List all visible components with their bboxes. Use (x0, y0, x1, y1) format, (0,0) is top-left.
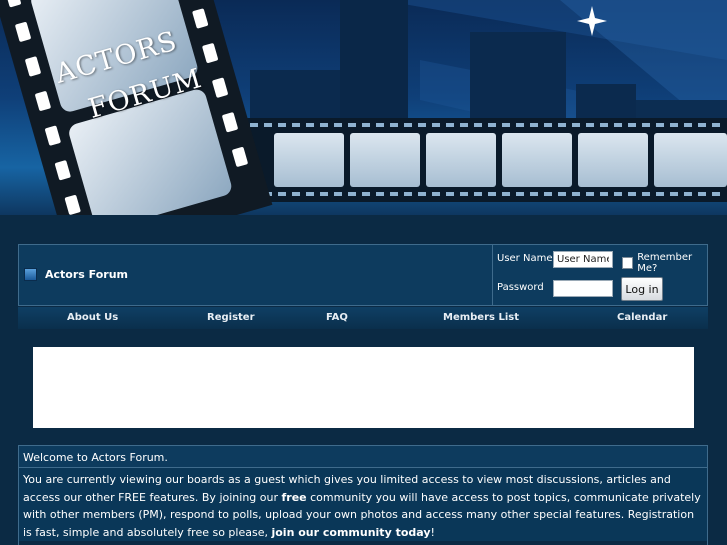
username-label: User Name (497, 253, 553, 264)
main-nav: About Us Register FAQ Members List Calen… (18, 307, 708, 329)
welcome-panel: Welcome to Actors Forum. You are current… (18, 445, 708, 545)
nav-about-us[interactable]: About Us (67, 312, 118, 323)
username-input[interactable] (553, 251, 613, 268)
nav-members-list[interactable]: Members List (443, 312, 519, 323)
join-community-link[interactable]: join our community today (271, 526, 430, 539)
remember-me-checkbox[interactable] (622, 257, 634, 269)
nav-faq[interactable]: FAQ (326, 312, 348, 323)
welcome-heading: Welcome to Actors Forum. (19, 446, 707, 468)
remember-me[interactable]: Remember Me? (622, 252, 709, 274)
login-button[interactable]: Log in (621, 277, 663, 301)
welcome-free-text: free (281, 490, 307, 504)
welcome-text-3: ! (430, 525, 435, 539)
site-banner: ACTORS FORUM (0, 0, 727, 215)
password-label: Password (497, 282, 544, 293)
ad-placeholder (33, 347, 694, 428)
forum-title[interactable]: Actors Forum (45, 268, 128, 281)
nav-register[interactable]: Register (207, 312, 255, 323)
forum-home-link[interactable]: Actors Forum (24, 268, 128, 281)
remember-me-label[interactable]: Remember Me? (637, 252, 709, 274)
welcome-message: You are currently viewing our boards as … (19, 468, 707, 541)
forum-icon (24, 268, 37, 281)
password-input[interactable] (553, 280, 613, 297)
forum-header-bar: Actors Forum User Name Remember Me? Pass… (18, 244, 708, 306)
login-form: User Name Remember Me? Password Log in (492, 245, 709, 305)
nav-calendar[interactable]: Calendar (617, 312, 667, 323)
